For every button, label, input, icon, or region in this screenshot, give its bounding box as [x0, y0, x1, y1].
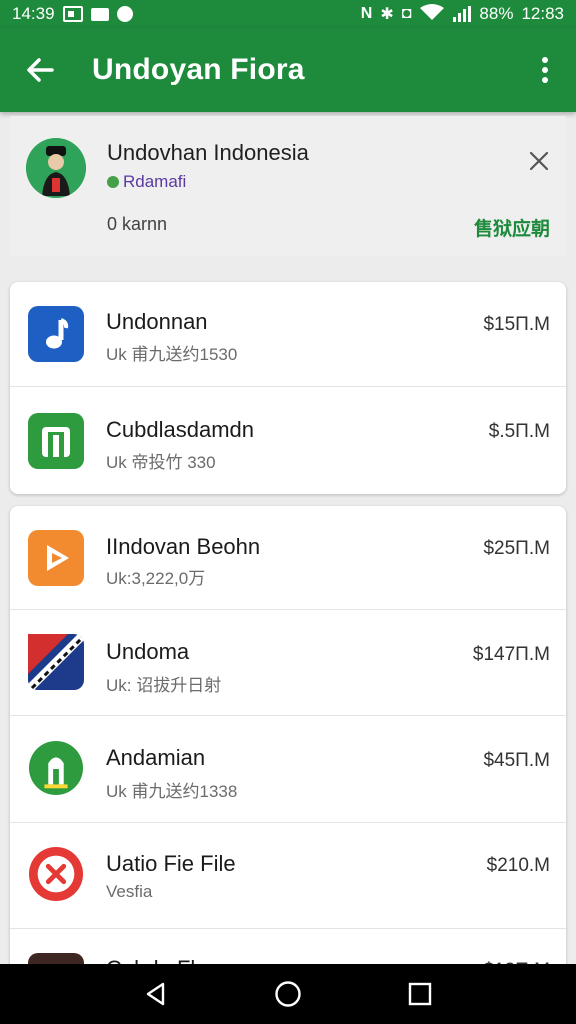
list-item[interactable]: Uatio Fie File Vesfia $210.M — [10, 822, 566, 928]
list-card-2: IIndovan Beohn Uk:3,222,0万 $25Π.M Undoma… — [10, 506, 566, 976]
list-item[interactable]: Undonnan Uk 甫九送约1530 $15Π.M — [10, 282, 566, 386]
item-price: $25Π.M — [483, 538, 550, 559]
back-button[interactable] — [0, 28, 80, 112]
nav-recents-button[interactable] — [390, 964, 450, 1024]
item-title: IIndovan Beohn — [106, 534, 261, 559]
item-subtitle: Uk: 诏拔升日射 — [106, 676, 222, 695]
status-time-left: 14:39 — [12, 4, 55, 23]
account-subtitle-text: Rdamafi — [123, 172, 187, 191]
item-title: Undoma — [106, 639, 190, 664]
item-subtitle: Uk:3,222,0万 — [106, 569, 206, 588]
chrome-notification-icon — [116, 6, 133, 22]
item-price: $147Π.M — [472, 644, 550, 665]
signal-icon — [453, 6, 472, 22]
item-price: $15Π.M — [483, 314, 550, 335]
overflow-menu-button[interactable] — [520, 28, 570, 112]
monument-icon — [28, 740, 84, 796]
flag-icon — [28, 634, 84, 690]
status-time-right: 12:83 — [521, 4, 564, 23]
nav-home-button[interactable] — [258, 964, 318, 1024]
list-item[interactable]: Cubdlasdamdn Uk 帝投竹 330 $.5Π.M — [10, 386, 566, 494]
more-vert-icon — [542, 57, 548, 83]
close-icon — [529, 151, 549, 171]
vibrate-icon: ◘ — [401, 5, 412, 22]
account-name: Undovhan Indonesia — [107, 140, 309, 165]
building-icon — [28, 413, 84, 469]
item-subtitle: Uk 甫九送约1338 — [106, 782, 238, 801]
page-title: Undoyan Fiora — [92, 53, 305, 86]
item-title: Andamian — [106, 745, 206, 770]
item-title: Cubdlasdamdn — [106, 417, 254, 442]
list-item[interactable]: IIndovan Beohn Uk:3,222,0万 $25Π.M — [10, 506, 566, 609]
item-price: $210.M — [486, 855, 550, 876]
account-subtitle: Rdamafi — [107, 172, 186, 192]
account-card: Undovhan Indonesia Rdamafi 0 karnn 售狱应朝 — [10, 116, 566, 256]
nfc-icon: N — [360, 5, 373, 22]
wifi-icon — [419, 3, 445, 26]
back-triangle-icon — [146, 982, 165, 1006]
app-bar: Undoyan Fiora — [0, 28, 576, 112]
list-item[interactable]: Undoma Uk: 诏拔升日射 $147Π.M — [10, 609, 566, 715]
nav-back-button[interactable] — [126, 964, 186, 1024]
mail-notification-icon — [90, 7, 109, 21]
account-count: 0 karnn — [107, 214, 168, 234]
home-circle-icon — [275, 981, 301, 1007]
item-title: Uatio Fie File — [106, 851, 236, 876]
item-subtitle: Uk 甫九送约1530 — [106, 345, 238, 364]
item-price: $.5Π.M — [488, 421, 550, 442]
item-title: Undonnan — [106, 309, 208, 334]
list-item[interactable]: Andamian Uk 甫九送约1338 $45Π.M — [10, 715, 566, 822]
music-note-icon — [28, 306, 84, 362]
verified-icon — [107, 176, 119, 188]
item-price: $45Π.M — [483, 750, 550, 771]
list-card-1: Undonnan Uk 甫九送约1530 $15Π.M Cubdlasdamdn… — [10, 282, 566, 494]
item-subtitle: Uk 帝投竹 330 — [106, 453, 216, 472]
bluetooth-icon: ✱ — [380, 6, 394, 23]
item-subtitle: Vesfia — [106, 882, 153, 901]
recents-square-icon — [408, 982, 432, 1006]
back-arrow-icon — [27, 58, 54, 82]
gallery-notification-icon — [62, 6, 83, 22]
close-circle-icon — [28, 846, 84, 902]
battery-level: 88% — [479, 4, 514, 23]
play-icon — [28, 530, 84, 586]
system-nav-bar — [0, 964, 576, 1024]
dismiss-button[interactable] — [522, 144, 556, 178]
status-bar: 14:39 N ✱ ◘ 88% 12:83 — [0, 0, 576, 28]
avatar[interactable] — [26, 138, 86, 198]
account-action-link[interactable]: 售狱应朝 — [474, 214, 550, 241]
